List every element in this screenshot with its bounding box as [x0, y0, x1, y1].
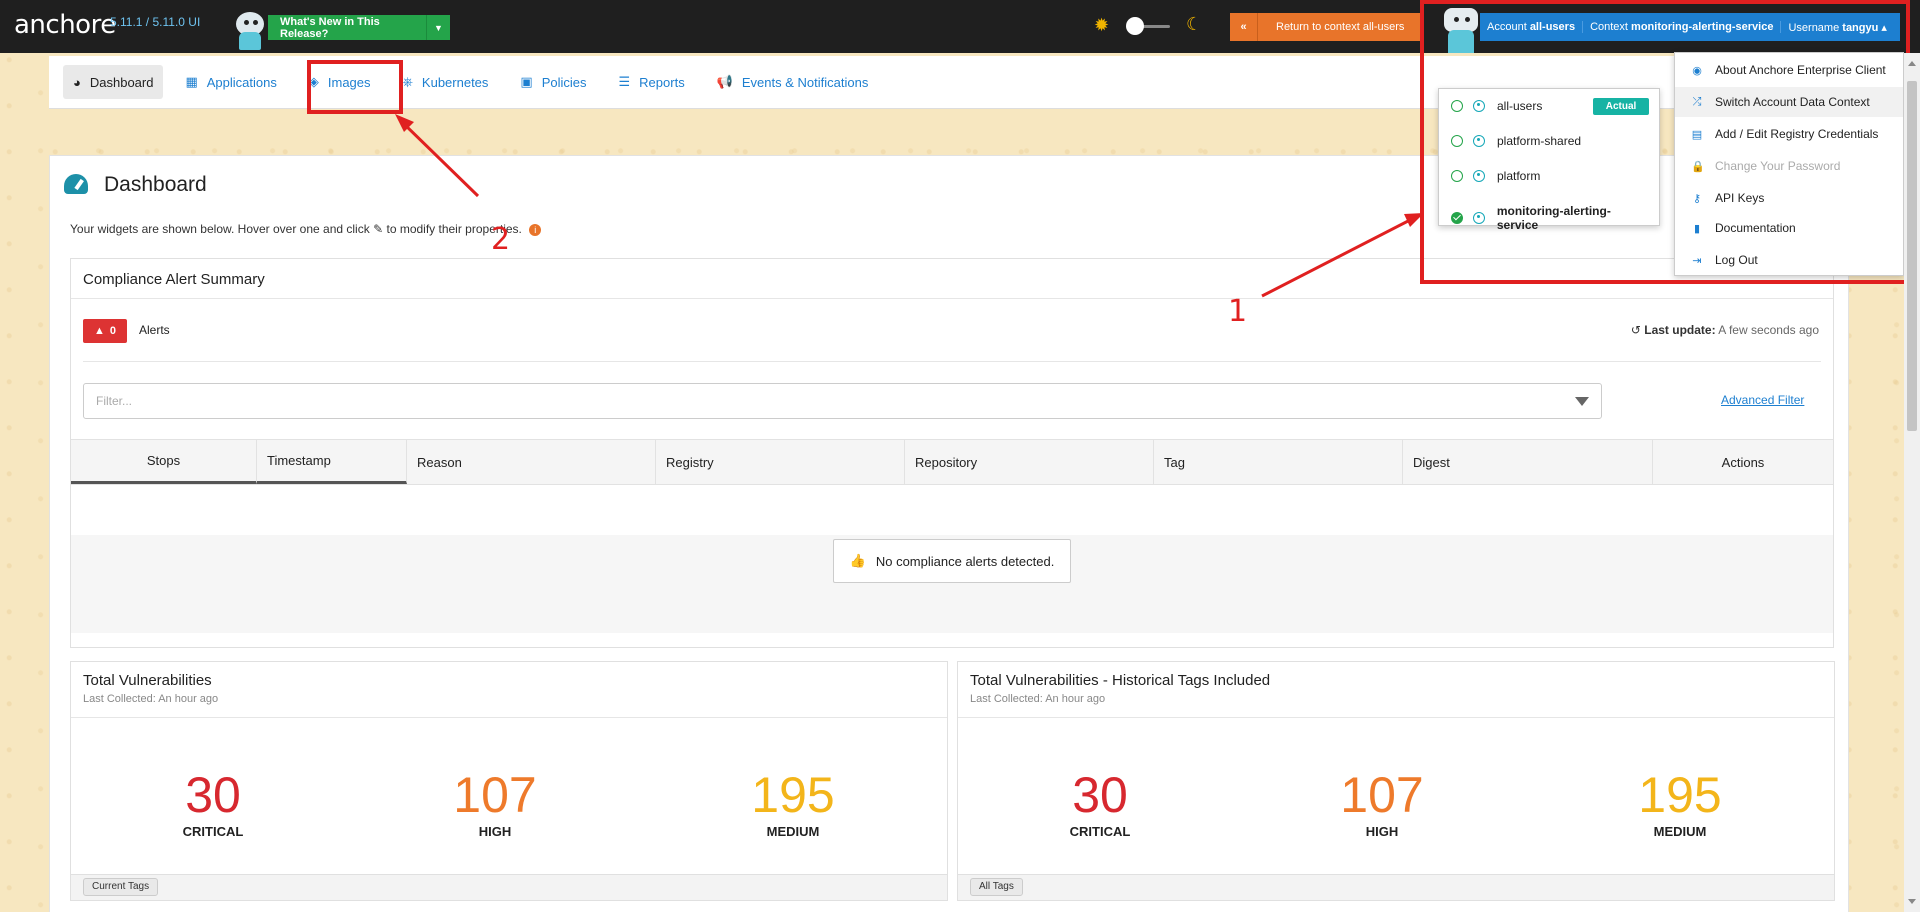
- scroll-up-icon[interactable]: [1908, 61, 1916, 66]
- scroll-down-icon[interactable]: [1908, 899, 1916, 904]
- annotation-arrows: [395, 114, 1424, 298]
- page-scrollbar[interactable]: [1904, 53, 1920, 912]
- annotation-label-2: 2: [491, 222, 511, 257]
- scroll-thumb[interactable]: [1907, 81, 1917, 431]
- annotation-label-1: 1: [1228, 294, 1248, 329]
